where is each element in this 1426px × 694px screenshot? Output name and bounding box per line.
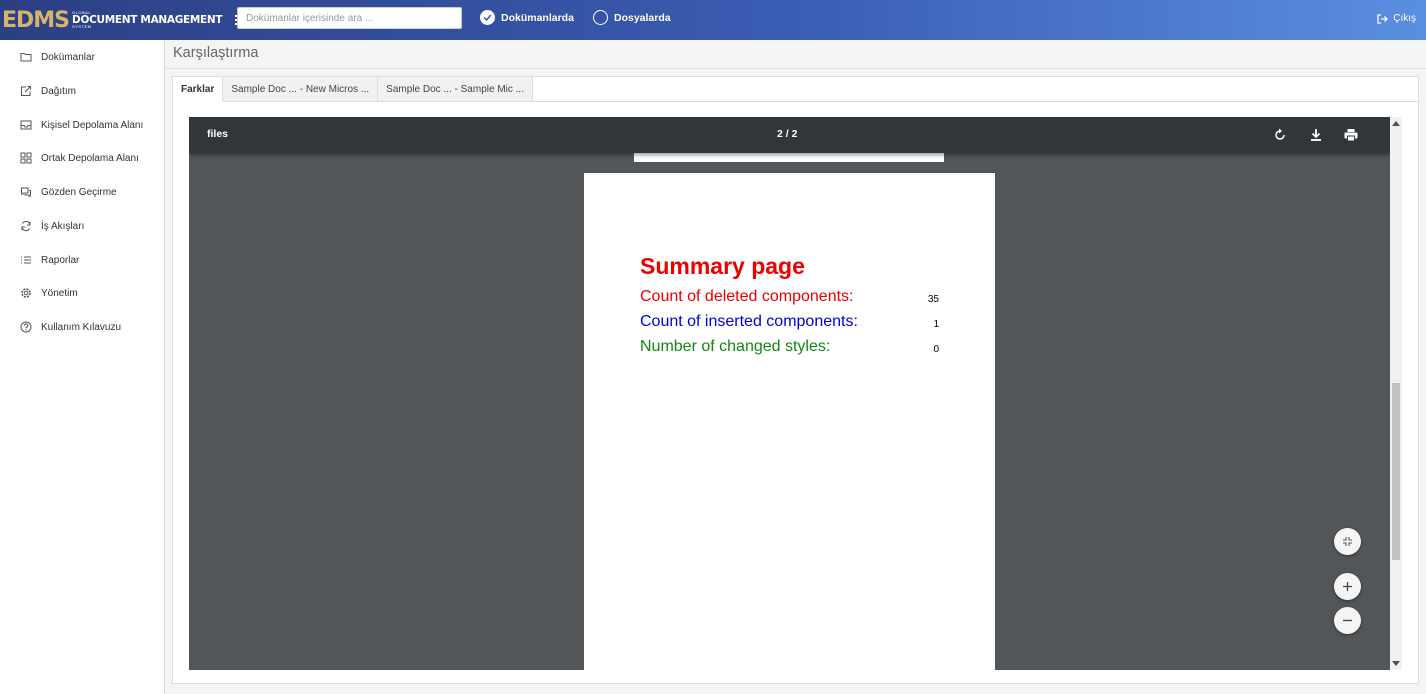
print-icon[interactable]: [1343, 127, 1359, 143]
inserted-components-value: 1: [933, 319, 939, 330]
deleted-components-value: 35: [927, 294, 939, 305]
app-logo[interactable]: EDMS GLOBAL DOCUMENT MANAGEMENT SYSTEM: [0, 0, 223, 40]
inbox-icon: [20, 120, 32, 130]
sidebar-item-label: Dağıtım: [41, 85, 77, 97]
sidebar-item-reports[interactable]: Raporlar: [20, 254, 79, 266]
summary-heading: Summary page: [640, 253, 805, 279]
refresh-icon: [21, 220, 31, 232]
share-icon: [21, 86, 31, 96]
logo-system-text: SYSTEM: [72, 24, 92, 30]
sidebar-item-label: Kişisel Depolama Alanı: [41, 119, 144, 131]
deleted-components-label: Count of deleted components:: [640, 288, 854, 305]
sidebar-item-label: İş Akışları: [41, 220, 85, 232]
page-title: Karşılaştırma: [173, 45, 259, 61]
zoom-in-icon: [1343, 582, 1352, 591]
sidebar-item-label: Ortak Depolama Alanı: [41, 152, 139, 164]
help-icon: [20, 321, 32, 333]
logout-button[interactable]: Çıkış: [1377, 13, 1416, 24]
sidebar-item-distribution[interactable]: Dağıtım: [20, 85, 76, 97]
top-bar: EDMS GLOBAL DOCUMENT MANAGEMENT SYSTEM: [0, 0, 1426, 40]
pdf-page-summary: Summary page Count of deleted components…: [584, 173, 995, 670]
sidebar-item-documents[interactable]: Dokümanlar: [20, 51, 95, 63]
pdf-toolbar: files 2 / 2: [189, 117, 1390, 153]
fit-page-icon: [1343, 537, 1352, 546]
inserted-components-label: Count of inserted components:: [640, 313, 858, 330]
scroll-up-arrow-icon[interactable]: [1392, 121, 1400, 126]
sidebar-item-personal-storage[interactable]: Kişisel Depolama Alanı: [20, 119, 143, 131]
tab-document-1[interactable]: Sample Doc ... - New Micros ...: [223, 77, 379, 102]
sidebar-item-label: Dokümanlar: [41, 51, 95, 63]
scroll-down-arrow-icon[interactable]: [1392, 661, 1400, 666]
sidebar-item-label: Yönetim: [41, 287, 78, 299]
viewer-scrollbar[interactable]: [1390, 117, 1402, 670]
sidebar-item-workflows[interactable]: İş Akışları: [20, 220, 84, 232]
sidebar-item-administration[interactable]: Yönetim: [20, 287, 78, 299]
previous-page-edge: [634, 153, 944, 162]
grid-icon: [20, 152, 32, 164]
download-icon[interactable]: [1308, 127, 1324, 143]
sidebar-item-user-guide[interactable]: Kullanım Kılavuzu: [20, 321, 121, 333]
scrollbar-thumb[interactable]: [1392, 383, 1400, 560]
radio-unchecked-icon: [593, 10, 608, 25]
tab-differences[interactable]: Farklar: [173, 77, 224, 102]
pdf-viewer: files 2 / 2 Summary page Count of delete…: [189, 117, 1390, 670]
page-indicator: 2 / 2: [777, 128, 798, 140]
logo-text-stack: GLOBAL DOCUMENT MANAGEMENT SYSTEM: [72, 10, 223, 30]
radio-files-label: Dosyalarda: [614, 11, 671, 24]
logout-label: Çıkış: [1393, 13, 1416, 24]
search-input[interactable]: [237, 7, 462, 29]
sidebar-item-review[interactable]: Gözden Geçirme: [20, 186, 117, 198]
settings-icon: [21, 288, 31, 298]
changed-styles-value: 0: [933, 344, 939, 355]
comments-icon: [21, 187, 31, 198]
zoom-out-icon: [1343, 619, 1352, 622]
sidebar-item-label: Kullanım Kılavuzu: [41, 321, 122, 333]
tab-bar: Farklar Sample Doc ... - New Micros ... …: [173, 77, 533, 102]
sidebar: Dokümanlar Dağıtım Kişisel Depolama Alan…: [0, 40, 165, 694]
list-icon: [21, 256, 31, 264]
rotate-icon[interactable]: [1272, 127, 1288, 143]
folder-icon: [20, 53, 32, 62]
logo-edms-text: EDMS: [2, 7, 70, 33]
title-divider: [165, 68, 1426, 69]
radio-documents-label: Dokümanlarda: [501, 11, 574, 24]
fit-page-button[interactable]: [1334, 528, 1361, 555]
changed-styles-label: Number of changed styles:: [640, 338, 831, 355]
zoom-out-button[interactable]: [1334, 607, 1361, 634]
radio-search-documents[interactable]: Dokümanlarda: [480, 10, 574, 25]
sidebar-item-label: Gözden Geçirme: [41, 186, 117, 198]
radio-search-files[interactable]: Dosyalarda: [593, 10, 671, 25]
tab-document-2[interactable]: Sample Doc ... - Sample Mic ...: [378, 77, 533, 102]
zoom-in-button[interactable]: [1334, 573, 1361, 600]
logo-document-management-text: DOCUMENT MANAGEMENT: [72, 13, 223, 26]
sidebar-item-label: Raporlar: [41, 254, 80, 266]
logout-icon: [1377, 13, 1389, 24]
radio-checked-icon: [480, 10, 495, 25]
sidebar-item-shared-storage[interactable]: Ortak Depolama Alanı: [20, 152, 139, 164]
pdf-title: files: [207, 128, 229, 140]
